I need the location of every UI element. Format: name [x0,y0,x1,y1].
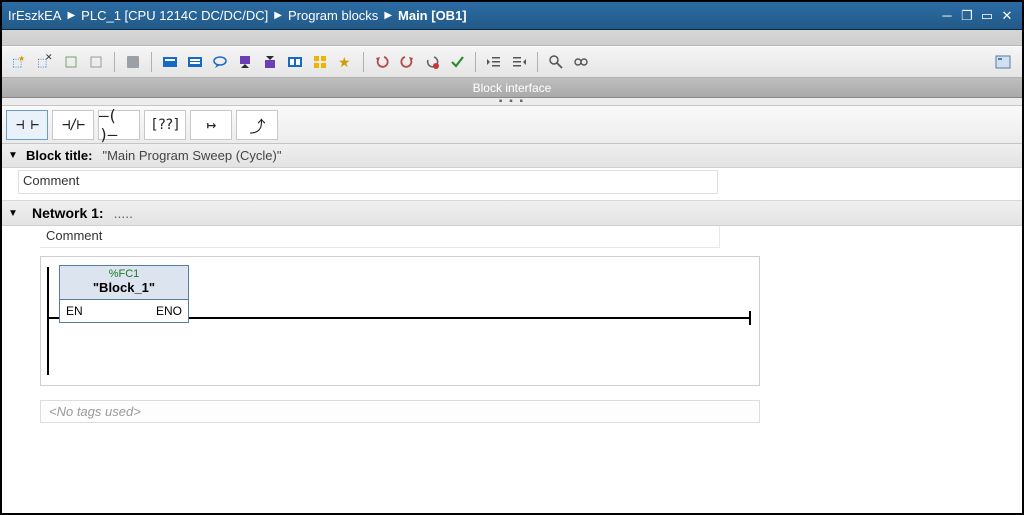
breadcrumb-0[interactable]: IrEszkEA [8,8,61,23]
delete-contact-icon[interactable]: ⬚✕ [35,51,57,73]
wire-terminator [749,311,751,325]
view-c-icon[interactable] [284,51,306,73]
network-comment-field[interactable]: Comment [40,226,720,248]
palette-normally-open-contact[interactable]: ⊣ ⊢ [6,110,48,140]
redo-icon[interactable] [396,51,418,73]
indent-icon[interactable] [508,51,530,73]
block-interface-label: Block interface [473,81,552,95]
accept-icon[interactable] [446,51,468,73]
block-title-value[interactable]: "Main Program Sweep (Cycle)" [102,148,281,163]
fc-address: %FC1 [60,266,188,280]
block-title-label: Block title: [26,148,92,163]
outdent-icon[interactable] [483,51,505,73]
comment-icon[interactable] [209,51,231,73]
close-button[interactable]: ✕ [998,8,1016,24]
svg-text:✕: ✕ [45,54,53,62]
breadcrumb-separator-icon: ▶ [384,10,392,21]
network-label: Network 1: [32,205,104,221]
ladder-palette: ⊣ ⊢ ⊣/⊢ –( )– [??] ↦ ⤴ [2,106,1022,144]
palette-coil[interactable]: –( )– [98,110,140,140]
monitor-icon[interactable] [570,51,592,73]
maximize-button[interactable]: ▭ [978,8,996,24]
restore-button[interactable]: ❐ [958,8,976,24]
breadcrumb-1[interactable]: PLC_1 [CPU 1214C DC/DC/DC] [81,8,268,23]
wire [189,317,749,319]
port-en: EN [66,304,83,318]
fc-name: "Block_1" [60,280,188,300]
tool-1-icon[interactable] [60,51,82,73]
breadcrumb-2[interactable]: Program blocks [288,8,378,23]
svg-text:★: ★ [18,54,25,63]
block-interface-bar[interactable]: Block interface [2,78,1022,98]
svg-text:★: ★ [338,54,351,70]
power-rail [47,267,49,375]
block-comment-field[interactable]: Comment [18,170,718,194]
palette-normally-closed-contact[interactable]: ⊣/⊢ [52,110,94,140]
palette-empty-box[interactable]: [??] [144,110,186,140]
network-body[interactable]: %FC1 "Block_1" EN ENO [40,256,760,386]
stop-monitor-icon[interactable] [421,51,443,73]
breadcrumb-separator-icon: ▶ [67,10,75,21]
add-contact-icon[interactable]: ⬚★ [10,51,32,73]
block-title-row: ▼ Block title: "Main Program Sweep (Cycl… [2,144,1022,168]
palette-close-branch[interactable]: ⤴ [236,110,278,140]
network-subtitle[interactable]: ..... [114,205,133,221]
fc-call-block[interactable]: %FC1 "Block_1" EN ENO [59,265,189,323]
tags-used-field[interactable]: <No tags used> [40,400,760,423]
breadcrumb-3[interactable]: Main [OB1] [398,8,467,23]
upload-icon[interactable] [259,51,281,73]
favorite-icon[interactable]: ★ [334,51,356,73]
network-header: ▼ Network 1: ..... [2,200,1022,226]
view-a-icon[interactable] [159,51,181,73]
port-eno: ENO [156,304,182,318]
spacer-bar [2,30,1022,46]
view-d-icon[interactable] [309,51,331,73]
palette-open-branch[interactable]: ↦ [190,110,232,140]
properties-icon[interactable] [992,51,1014,73]
collapse-network-icon[interactable]: ▼ [8,208,22,219]
main-toolbar: ⬚★ ⬚✕ ★ [2,46,1022,78]
splitter[interactable]: ▪ ▪ ▪ [2,98,1022,106]
wire [49,317,59,319]
tool-2-icon[interactable] [85,51,107,73]
breadcrumb-separator-icon: ▶ [274,10,282,21]
title-bar: IrEszkEA ▶ PLC_1 [CPU 1214C DC/DC/DC] ▶ … [2,2,1022,30]
collapse-block-icon[interactable]: ▼ [8,150,22,161]
download-icon[interactable] [234,51,256,73]
minimize-button[interactable]: ─ [938,8,956,24]
undo-icon[interactable] [371,51,393,73]
search-icon[interactable] [545,51,567,73]
save-icon[interactable] [122,51,144,73]
view-b-icon[interactable] [184,51,206,73]
